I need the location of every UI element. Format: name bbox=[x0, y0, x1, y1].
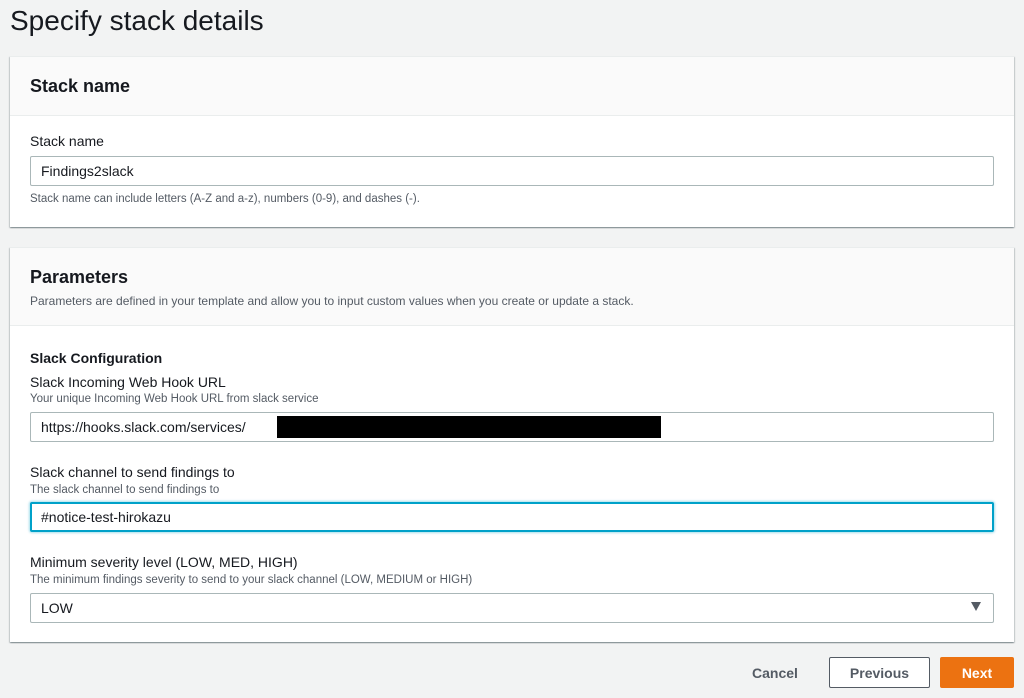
parameters-panel-title: Parameters bbox=[30, 267, 129, 287]
severity-hint: The minimum findings severity to send to… bbox=[30, 574, 473, 586]
slack-configuration-heading: Slack Configuration bbox=[30, 350, 163, 366]
slack-channel-label: Slack channel to send findings to bbox=[30, 464, 235, 480]
stack-name-hint: Stack name can include letters (A-Z and … bbox=[30, 193, 420, 205]
parameters-panel-header: Parameters Parameters are defined in you… bbox=[10, 248, 1014, 326]
webhook-url-hint: Your unique Incoming Web Hook URL from s… bbox=[30, 393, 319, 405]
stack-name-panel: Stack name Stack name Stack name can inc… bbox=[10, 56, 1014, 227]
parameters-panel: Parameters Parameters are defined in you… bbox=[10, 247, 1014, 642]
next-button[interactable]: Next bbox=[940, 657, 1014, 688]
parameters-panel-description: Parameters are defined in your template … bbox=[30, 294, 634, 308]
severity-selected-value: LOW bbox=[41, 600, 73, 616]
webhook-url-input[interactable]: https://hooks.slack.com/services/ bbox=[30, 412, 994, 442]
stack-name-panel-title: Stack name bbox=[30, 76, 131, 96]
stack-name-input[interactable] bbox=[30, 156, 994, 186]
page-title: Specify stack details bbox=[10, 5, 264, 36]
stack-name-label: Stack name bbox=[30, 133, 104, 149]
caret-down-icon bbox=[971, 602, 981, 611]
severity-label: Minimum severity level (LOW, MED, HIGH) bbox=[30, 554, 298, 570]
cancel-button[interactable]: Cancel bbox=[735, 657, 815, 688]
previous-button[interactable]: Previous bbox=[829, 657, 930, 688]
slack-channel-input[interactable] bbox=[30, 502, 994, 532]
redaction-box bbox=[277, 416, 661, 438]
severity-select[interactable]: LOW bbox=[30, 593, 994, 623]
stack-name-panel-header: Stack name bbox=[10, 57, 1014, 116]
slack-channel-hint: The slack channel to send findings to bbox=[30, 484, 220, 496]
webhook-url-value: https://hooks.slack.com/services/ bbox=[41, 419, 246, 435]
webhook-url-label: Slack Incoming Web Hook URL bbox=[30, 374, 226, 390]
